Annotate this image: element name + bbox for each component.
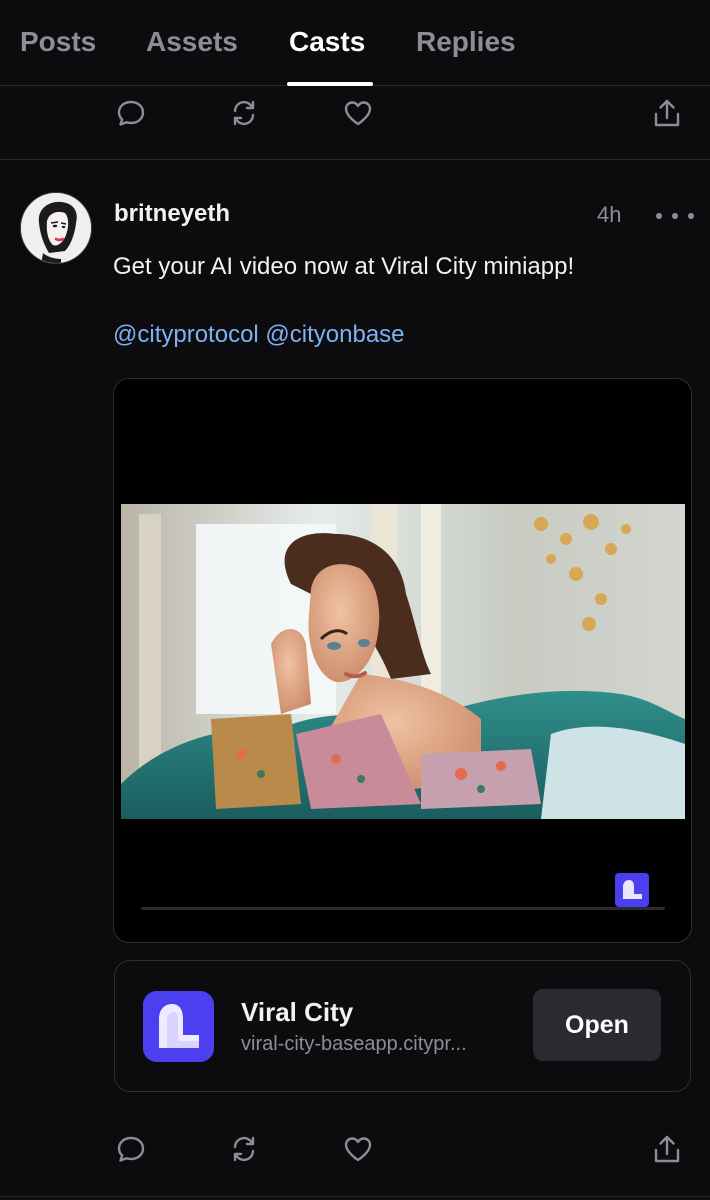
username[interactable]: britneyeth xyxy=(114,200,230,228)
tab-assets[interactable]: Assets xyxy=(146,24,238,60)
avatar-portrait-image xyxy=(21,193,91,263)
video-progress-bar[interactable] xyxy=(141,907,665,910)
reply-button[interactable] xyxy=(113,1131,149,1167)
previous-cast-actions xyxy=(0,83,710,143)
tab-replies[interactable]: Replies xyxy=(416,24,516,60)
post-divider xyxy=(0,1196,710,1197)
video-frame xyxy=(121,504,685,819)
more-dot-icon xyxy=(656,213,662,219)
app-icon xyxy=(143,991,214,1062)
post-divider xyxy=(0,159,710,160)
mention-link[interactable]: @cityprotocol xyxy=(113,321,259,348)
more-options-button[interactable] xyxy=(656,204,694,228)
tab-casts[interactable]: Casts xyxy=(289,24,365,60)
viral-city-logo-icon xyxy=(143,991,214,1062)
recast-button[interactable] xyxy=(226,95,262,131)
recast-icon xyxy=(233,100,255,126)
reply-button[interactable] xyxy=(113,95,149,131)
share-icon xyxy=(654,1135,680,1163)
tab-posts[interactable]: Posts xyxy=(20,24,96,60)
avatar[interactable] xyxy=(20,192,92,264)
viral-city-logo-icon xyxy=(623,880,642,899)
app-name: Viral City xyxy=(241,997,354,1027)
share-button[interactable] xyxy=(649,95,685,131)
post-text: Get your AI video now at Viral City mini… xyxy=(113,253,575,280)
timestamp: 4h xyxy=(597,202,622,227)
post-actions xyxy=(0,1119,710,1179)
more-dot-icon xyxy=(672,213,678,219)
share-button[interactable] xyxy=(649,1131,685,1167)
like-icon xyxy=(344,101,372,126)
app-url: viral-city-baseapp.citypr... xyxy=(241,1033,467,1055)
open-app-button[interactable]: Open xyxy=(533,989,661,1061)
profile-tabs: Posts Assets Casts Replies xyxy=(0,0,710,86)
recast-icon xyxy=(233,1136,255,1162)
more-dot-icon xyxy=(688,213,694,219)
recast-button[interactable] xyxy=(226,1131,262,1167)
mini-app-card[interactable]: Viral City viral-city-baseapp.citypr... … xyxy=(114,960,691,1092)
like-icon xyxy=(344,1137,372,1162)
video-embed[interactable] xyxy=(113,378,692,943)
mention-link[interactable]: @cityonbase xyxy=(265,321,404,348)
reply-icon xyxy=(117,1136,145,1162)
post-mentions: @cityprotocol @cityonbase xyxy=(113,321,405,349)
like-button[interactable] xyxy=(340,95,376,131)
reply-icon xyxy=(117,100,145,126)
video-thumbnail-image xyxy=(121,504,685,819)
viral-city-logo-icon xyxy=(615,873,649,907)
share-icon xyxy=(654,99,680,127)
like-button[interactable] xyxy=(340,1131,376,1167)
